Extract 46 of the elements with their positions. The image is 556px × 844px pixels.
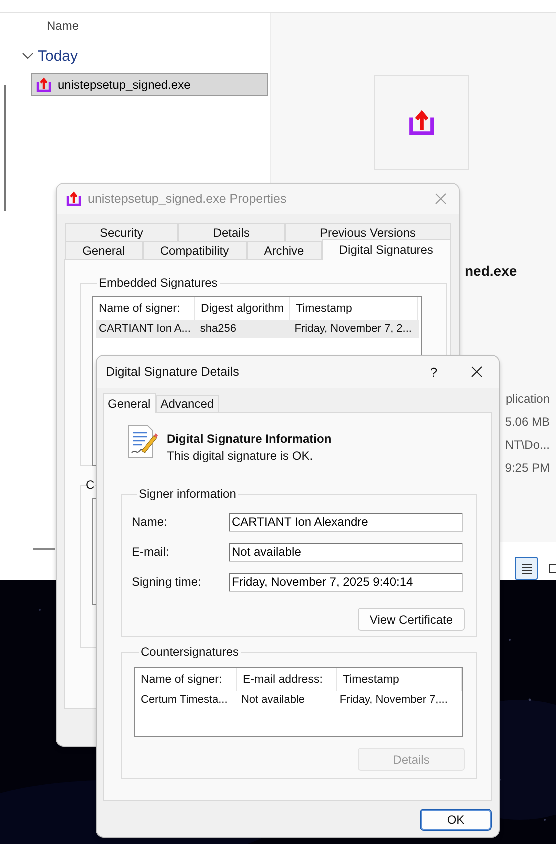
group-label: Signer information: [138, 487, 238, 501]
file-detail: plication: [506, 391, 550, 407]
tab[interactable]: Security: [65, 223, 178, 241]
field-label: Name:: [132, 515, 168, 529]
input-field[interactable]: CARTIANT Ion Alexandre: [229, 512, 463, 532]
tab[interactable]: Compatibility: [142, 241, 247, 259]
scrollbar-thumb[interactable]: [33, 548, 55, 550]
info-title: Digital Signature Information: [167, 432, 332, 446]
info-status: This digital signature is OK.: [167, 449, 314, 463]
close-icon[interactable]: [471, 366, 483, 378]
tab[interactable]: General: [103, 393, 156, 413]
signed-document-icon: [128, 425, 158, 459]
window-title: unistepsetup_signed.exe Properties: [88, 192, 288, 206]
countersignature-list[interactable]: Name of signer: E-mail address: Timestamp Certum Timesta... Not available Friday, November 7,...: [134, 667, 463, 737]
details-view-button[interactable]: [515, 557, 538, 580]
group-label: C: [86, 478, 95, 492]
window-title: Digital Signature Details: [106, 365, 240, 379]
field-label: E-mail:: [132, 545, 170, 559]
list-row[interactable]: Certum Timesta... Not available Friday, November 7,...: [138, 691, 460, 709]
file-detail: 5.06 MB: [505, 414, 550, 430]
list-icon: [520, 562, 534, 576]
tab[interactable]: Digital Signatures: [322, 239, 451, 260]
ok-button[interactable]: OK: [420, 809, 492, 831]
field-label: Signing time:: [132, 575, 202, 589]
column-header[interactable]: Name: [47, 19, 80, 33]
input-field[interactable]: Not available: [229, 542, 463, 562]
app-icon: [408, 108, 436, 136]
app-icon: [66, 191, 82, 207]
scrollbar-thumb[interactable]: [4, 85, 6, 211]
app-icon: [36, 76, 52, 92]
tab[interactable]: General: [65, 241, 143, 259]
input-field[interactable]: Friday, November 7, 2025 9:40:14: [229, 572, 463, 592]
file-name: ned.exe: [465, 263, 518, 279]
list-row[interactable]: CARTIANT Ion A... sha256 Friday, November 7, 2...: [96, 320, 419, 338]
help-button[interactable]: ?: [427, 364, 441, 380]
tab[interactable]: Advanced: [156, 395, 220, 412]
view-certificate-button[interactable]: View Certificate: [358, 608, 465, 631]
file-detail: 9:25 PM: [505, 460, 550, 476]
group-label: Countersignatures: [140, 645, 240, 659]
tab[interactable]: Previous Versions: [284, 223, 451, 241]
group-label: Embedded Signatures: [98, 276, 219, 290]
group-header[interactable]: Today: [38, 48, 78, 64]
file-detail: NT\Do...: [505, 437, 550, 453]
tab[interactable]: Archive: [246, 241, 322, 259]
file-row[interactable]: unistepsetup_signed.exe: [31, 73, 268, 96]
tab[interactable]: Details: [178, 223, 285, 241]
